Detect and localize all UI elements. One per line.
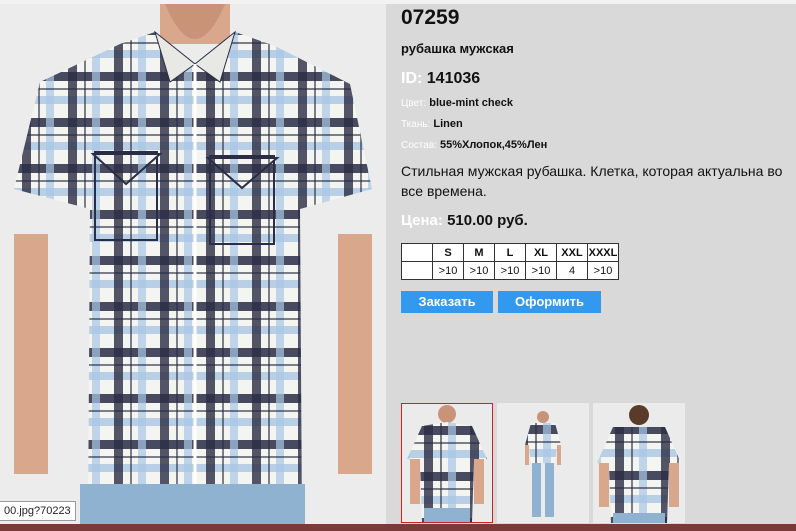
size-header-blank: [401, 243, 433, 262]
size-header-cell: S: [432, 243, 464, 262]
thumbnail-image: [402, 404, 492, 522]
thumbnail-full-body[interactable]: [497, 403, 589, 523]
size-header-cell: L: [494, 243, 526, 262]
thumbnail-image: [593, 403, 685, 523]
bottom-bar: [0, 524, 796, 531]
product-info: 07259 рубашка мужская ID: 141036 Цвет: b…: [401, 6, 791, 229]
size-quantity-row: >10 >10 >10 >10 4 >10: [401, 261, 619, 280]
color-attribute: Цвет: blue-mint check: [401, 97, 791, 109]
fabric-value: Linen: [433, 118, 463, 130]
composition-attribute: Состав: 55%Хлопок,45%Лен: [401, 139, 791, 151]
composition-value: 55%Хлопок,45%Лен: [439, 139, 548, 151]
size-header-row: S M L XL XXL XXXL: [401, 243, 619, 262]
fabric-attribute: Ткань: Linen: [401, 118, 791, 130]
size-header-cell: M: [463, 243, 495, 262]
product-id: ID: 141036: [401, 70, 791, 88]
main-product-photo[interactable]: [0, 4, 386, 526]
price-label: Цена:: [401, 212, 443, 229]
size-header-cell: XL: [525, 243, 557, 262]
size-quantity-cell: 4: [556, 261, 588, 280]
url-tooltip: 00.jpg?70223: [0, 501, 76, 521]
product-code: 07259: [401, 6, 460, 29]
thumbnail-image: [497, 403, 589, 523]
id-label: ID:: [401, 70, 423, 87]
size-quantity-cell: >10: [463, 261, 495, 280]
size-table: S M L XL XXL XXXL >10 >10 >10 >10 4 >10: [401, 243, 619, 280]
shirt-model-illustration: [14, 4, 372, 526]
size-quantity-cell: >10: [432, 261, 464, 280]
product-description: Стильная мужская рубашка. Клетка, котора…: [401, 163, 783, 199]
product-name: рубашка мужская: [401, 41, 514, 56]
product-price: Цена: 510.00 руб.: [401, 212, 791, 229]
checkout-button[interactable]: Оформить: [498, 291, 601, 313]
quantity-row-blank: [401, 261, 433, 280]
thumbnail-front-closeup[interactable]: [401, 403, 493, 523]
composition-label: Состав:: [401, 140, 437, 151]
size-quantity-cell: >10: [525, 261, 557, 280]
size-quantity-cell: >10: [587, 261, 619, 280]
id-value: 141036: [426, 70, 481, 87]
size-quantity-cell: >10: [494, 261, 526, 280]
price-value: 510.00 руб.: [447, 212, 528, 229]
size-header-cell: XXXL: [587, 243, 619, 262]
size-header-cell: XXL: [556, 243, 588, 262]
fabric-label: Ткань:: [401, 119, 431, 130]
color-value: blue-mint check: [429, 97, 513, 109]
order-button[interactable]: Заказать: [401, 291, 493, 313]
thumbnail-back-view[interactable]: [593, 403, 685, 523]
color-label: Цвет:: [401, 98, 427, 109]
